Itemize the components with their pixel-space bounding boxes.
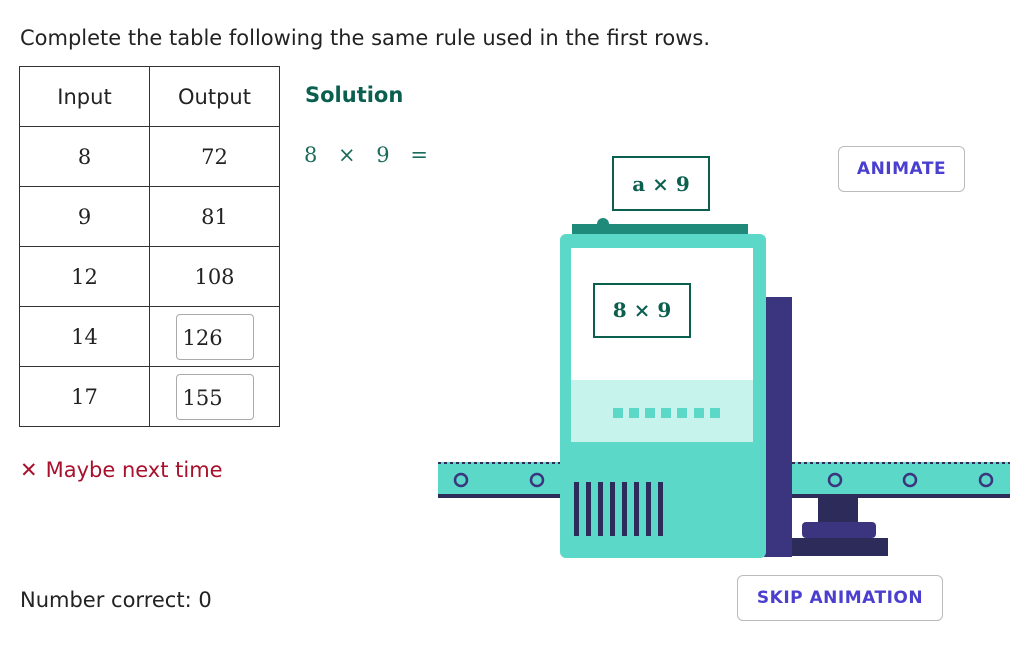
output-cell: 72 bbox=[149, 126, 280, 187]
output-cell: 155 bbox=[149, 366, 280, 427]
table-row: 17 155 bbox=[19, 366, 280, 427]
rule-label: a × 9 bbox=[632, 172, 690, 196]
table-row: 12 108 bbox=[19, 246, 280, 307]
answer-input[interactable]: 126 bbox=[175, 313, 254, 360]
table-row: 8 72 bbox=[19, 126, 280, 187]
input-output-table: Input Output 8 72 9 81 12 108 14 126 17 … bbox=[19, 66, 280, 427]
close-icon: ✕ bbox=[20, 458, 38, 482]
machine-knob bbox=[597, 218, 609, 230]
input-cell: 9 bbox=[19, 186, 150, 247]
output-cell: 126 bbox=[149, 306, 280, 367]
feedback-message: ✕ Maybe next time bbox=[20, 458, 223, 482]
input-cell: 17 bbox=[19, 366, 150, 427]
input-cell: 12 bbox=[19, 246, 150, 307]
solution-title: Solution bbox=[305, 83, 404, 107]
table-header-row: Input Output bbox=[19, 66, 280, 127]
function-machine-illustration: a × 9 8 × 9 bbox=[438, 156, 1010, 558]
feedback-text: Maybe next time bbox=[45, 458, 223, 482]
output-cell: 81 bbox=[149, 186, 280, 247]
machine-stand bbox=[790, 498, 888, 556]
table-row: 14 126 bbox=[19, 306, 280, 367]
solution-equation: 8 × 9 = bbox=[304, 143, 428, 167]
input-cell: 14 bbox=[19, 306, 150, 367]
answer-input[interactable]: 155 bbox=[175, 373, 254, 420]
output-cell: 108 bbox=[149, 246, 280, 307]
table-row: 9 81 bbox=[19, 186, 280, 247]
input-cell: 8 bbox=[19, 126, 150, 187]
screen-expression: 8 × 9 bbox=[613, 298, 672, 322]
column-header-input: Input bbox=[19, 66, 150, 127]
skip-animation-button[interactable]: SKIP ANIMATION bbox=[737, 575, 943, 621]
instruction-text: Complete the table following the same ru… bbox=[20, 26, 710, 50]
machine-side-column bbox=[764, 297, 792, 557]
score-text: Number correct: 0 bbox=[20, 588, 212, 612]
machine-indicator-lights bbox=[613, 408, 720, 418]
column-header-output: Output bbox=[149, 66, 280, 127]
